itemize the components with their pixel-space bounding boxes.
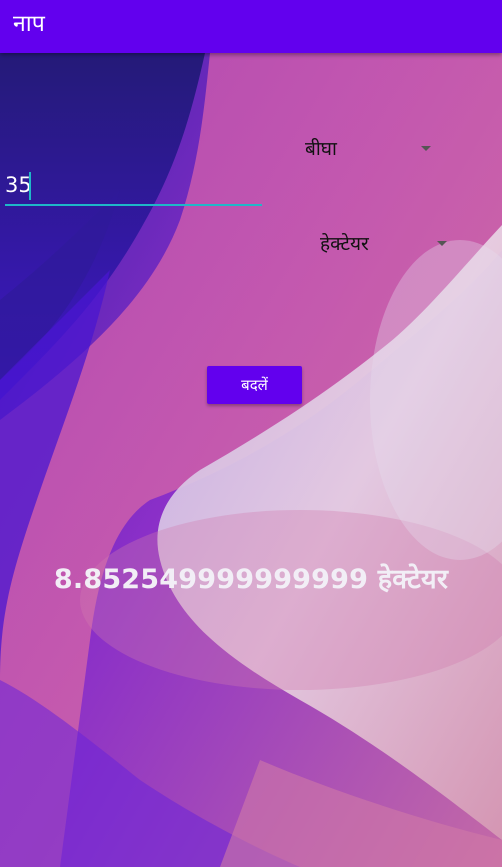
text-cursor xyxy=(29,172,31,200)
to-unit-label: हेक्टेयर xyxy=(320,233,369,255)
dropdown-arrow-icon xyxy=(421,146,431,151)
app-bar: नाप xyxy=(0,0,502,53)
from-unit-dropdown[interactable]: बीघा xyxy=(305,132,433,166)
amount-input[interactable] xyxy=(5,166,262,206)
to-unit-dropdown[interactable]: हेक्टेयर xyxy=(320,227,448,261)
from-unit-label: बीघा xyxy=(305,138,337,160)
app-title: नाप xyxy=(13,11,45,37)
result-text: 8.852549999999999 हेक्टेयर xyxy=(53,564,449,595)
amount-input-field[interactable] xyxy=(5,166,262,206)
wallpaper-background xyxy=(0,0,502,867)
dropdown-arrow-icon xyxy=(437,241,447,246)
convert-button[interactable]: बदलें xyxy=(207,366,302,404)
